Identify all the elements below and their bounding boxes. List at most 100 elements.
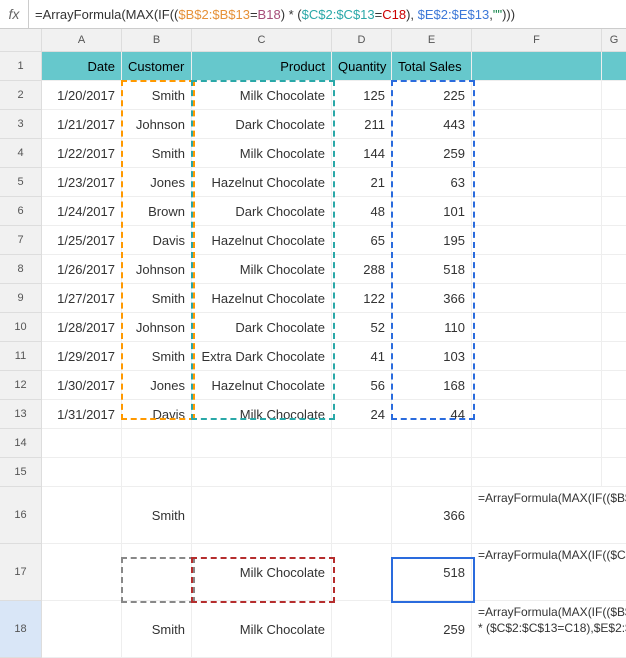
cell[interactable]: [472, 255, 602, 284]
cell[interactable]: [472, 81, 602, 110]
cell-customer[interactable]: Smith: [122, 342, 192, 371]
row-header[interactable]: 14: [0, 429, 42, 458]
cell-date[interactable]: 1/28/2017: [42, 313, 122, 342]
col-header-B[interactable]: B: [122, 29, 192, 52]
row-header[interactable]: 18: [0, 601, 42, 658]
cell-quantity[interactable]: 24: [332, 400, 392, 429]
cell[interactable]: [332, 458, 392, 487]
cell[interactable]: [42, 544, 122, 601]
cell-product[interactable]: Dark Chocolate: [192, 110, 332, 139]
col-header-C[interactable]: C: [192, 29, 332, 52]
cell[interactable]: [472, 458, 602, 487]
cell-E16[interactable]: 366: [392, 487, 472, 544]
cell[interactable]: [472, 400, 602, 429]
row-header[interactable]: 1: [0, 52, 42, 81]
row-header[interactable]: 3: [0, 110, 42, 139]
cell-date[interactable]: 1/27/2017: [42, 284, 122, 313]
header-customer[interactable]: Customer: [122, 52, 192, 81]
cell[interactable]: [332, 601, 392, 658]
cell-F18[interactable]: =ArrayFormula(MAX(IF(($B$2:$B$13=B18) * …: [472, 601, 626, 658]
cell-total[interactable]: 443: [392, 110, 472, 139]
cell-total[interactable]: 103: [392, 342, 472, 371]
cell-customer[interactable]: Johnson: [122, 313, 192, 342]
cell-date[interactable]: 1/29/2017: [42, 342, 122, 371]
cell[interactable]: [332, 429, 392, 458]
cell[interactable]: [602, 81, 626, 110]
cell-quantity[interactable]: 144: [332, 139, 392, 168]
cell-product[interactable]: Extra Dark Chocolate: [192, 342, 332, 371]
cell[interactable]: [602, 284, 626, 313]
cell-quantity[interactable]: 56: [332, 371, 392, 400]
row-header[interactable]: 10: [0, 313, 42, 342]
cell-date[interactable]: 1/26/2017: [42, 255, 122, 284]
cell[interactable]: [42, 458, 122, 487]
cell-total[interactable]: 110: [392, 313, 472, 342]
cell-quantity[interactable]: 211: [332, 110, 392, 139]
cell-product[interactable]: Milk Chocolate: [192, 139, 332, 168]
cell-date[interactable]: 1/22/2017: [42, 139, 122, 168]
header-total[interactable]: Total Sales: [392, 52, 472, 81]
cell-customer[interactable]: Johnson: [122, 110, 192, 139]
cell-quantity[interactable]: 52: [332, 313, 392, 342]
row-header[interactable]: 4: [0, 139, 42, 168]
cell[interactable]: [192, 458, 332, 487]
cell-customer[interactable]: Smith: [122, 81, 192, 110]
cell[interactable]: [602, 255, 626, 284]
cell[interactable]: [602, 458, 626, 487]
cell[interactable]: [392, 429, 472, 458]
cell-customer[interactable]: Smith: [122, 284, 192, 313]
cell-F17[interactable]: =ArrayFormula(MAX(IF(($C$2:$C$13=C17),$E…: [472, 544, 626, 601]
cell-quantity[interactable]: 125: [332, 81, 392, 110]
cell[interactable]: [332, 487, 392, 544]
col-header-G[interactable]: G: [602, 29, 626, 52]
cell-date[interactable]: 1/23/2017: [42, 168, 122, 197]
cell-product[interactable]: Hazelnut Chocolate: [192, 371, 332, 400]
cell[interactable]: [392, 458, 472, 487]
cell-quantity[interactable]: 21: [332, 168, 392, 197]
cell-total[interactable]: 259: [392, 139, 472, 168]
col-header-D[interactable]: D: [332, 29, 392, 52]
col-header-F[interactable]: F: [472, 29, 602, 52]
row-header[interactable]: 2: [0, 81, 42, 110]
cell[interactable]: [122, 458, 192, 487]
cell-product[interactable]: Hazelnut Chocolate: [192, 168, 332, 197]
cell-product[interactable]: Milk Chocolate: [192, 400, 332, 429]
cell[interactable]: [472, 139, 602, 168]
row-header[interactable]: 9: [0, 284, 42, 313]
cell[interactable]: [472, 226, 602, 255]
cell[interactable]: [472, 110, 602, 139]
row-header[interactable]: 15: [0, 458, 42, 487]
row-header[interactable]: 5: [0, 168, 42, 197]
header-product[interactable]: Product: [192, 52, 332, 81]
header-G[interactable]: [602, 52, 626, 81]
cell-quantity[interactable]: 288: [332, 255, 392, 284]
cell-F16[interactable]: =ArrayFormula(MAX(IF(($B$2:$B$13=B16),$E…: [472, 487, 626, 544]
row-header[interactable]: 11: [0, 342, 42, 371]
cell-quantity[interactable]: 65: [332, 226, 392, 255]
cell-customer[interactable]: Brown: [122, 197, 192, 226]
cell-customer[interactable]: Jones: [122, 168, 192, 197]
cell-quantity[interactable]: 122: [332, 284, 392, 313]
row-header[interactable]: 7: [0, 226, 42, 255]
row-header[interactable]: 13: [0, 400, 42, 429]
col-header-E[interactable]: E: [392, 29, 472, 52]
cell-date[interactable]: 1/30/2017: [42, 371, 122, 400]
cell-customer[interactable]: Smith: [122, 139, 192, 168]
cell-B16[interactable]: Smith: [122, 487, 192, 544]
cell[interactable]: [602, 371, 626, 400]
formula-input[interactable]: =ArrayFormula(MAX(IF(($B$2:$B$13=B18) * …: [29, 7, 515, 22]
cell[interactable]: [472, 371, 602, 400]
cell[interactable]: [602, 313, 626, 342]
cell-customer[interactable]: Davis: [122, 400, 192, 429]
cell-product[interactable]: Dark Chocolate: [192, 313, 332, 342]
cell-product[interactable]: Hazelnut Chocolate: [192, 284, 332, 313]
cell[interactable]: [602, 226, 626, 255]
cell[interactable]: [42, 429, 122, 458]
header-F[interactable]: [472, 52, 602, 81]
corner-cell[interactable]: [0, 29, 42, 52]
cell-quantity[interactable]: 41: [332, 342, 392, 371]
cell[interactable]: [602, 429, 626, 458]
header-date[interactable]: Date: [42, 52, 122, 81]
row-header[interactable]: 16: [0, 487, 42, 544]
cell[interactable]: [472, 168, 602, 197]
